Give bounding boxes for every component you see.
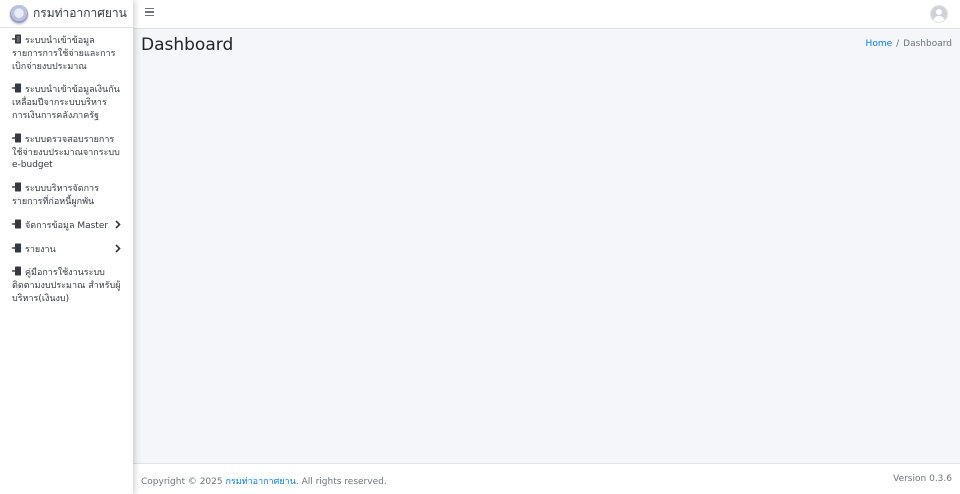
sign-in-icon — [12, 133, 21, 143]
sidebar-item-label: ระบบบริหารจัดการรายการที่ก่อหนี้ผูกพัน — [12, 184, 99, 207]
sign-in-icon — [12, 34, 21, 44]
sidebar-item-label: จัดการข้อมูล Master — [25, 220, 109, 231]
page-title: Dashboard — [141, 35, 234, 55]
top-navbar — [133, 0, 960, 29]
sign-in-icon — [12, 243, 21, 253]
chevron-right-icon — [115, 243, 121, 253]
nav-spacer — [0, 209, 133, 219]
sidebar-item-label: ระบบนำเข้าข้อมูลเงินกันเหลื่อมปีจากระบบบ… — [12, 85, 120, 121]
sidebar-item-master-data[interactable]: จัดการข้อมูล Master — [0, 219, 133, 233]
sidebar-item-label: ระบบนำเข้าข้อมูลรายการการใช้จ่ายและการเบ… — [12, 36, 116, 72]
breadcrumb-separator: / — [896, 39, 900, 49]
sidebar-item-carryover-import[interactable]: ระบบนำเข้าข้อมูลเงินกันเหลื่อมปีจากระบบบ… — [0, 83, 133, 122]
sidebar-item-label: ระบบตรวจสอบรายการใช้จ่ายงบประมาณจากระบบ … — [12, 134, 120, 171]
sidebar-item-reports[interactable]: รายงาน — [0, 243, 133, 257]
copyright-text: Copyright © 2025 — [141, 477, 223, 487]
nav-spacer — [0, 123, 133, 133]
sidebar-item-user-manual[interactable]: คู่มือการใช้งานระบบติดตามงบประมาณ สำหรับ… — [0, 266, 133, 305]
footer-version: Version 0.3.6 — [893, 474, 952, 484]
breadcrumb-current: Dashboard — [903, 39, 952, 49]
sidebar-item-label: คู่มือการใช้งานระบบติดตามงบประมาณ สำหรับ… — [12, 268, 121, 304]
sign-in-icon — [12, 266, 21, 276]
version-number: 0.3.6 — [929, 474, 952, 484]
sidebar-nav: ระบบนำเข้าข้อมูลรายการการใช้จ่ายและการเบ… — [0, 28, 133, 306]
nav-spacer — [0, 256, 133, 266]
chevron-right-icon — [115, 220, 121, 229]
brand-logo-icon — [10, 4, 28, 23]
nav-spacer — [0, 172, 133, 182]
sign-in-icon — [12, 83, 21, 93]
sidebar-item-label: รายงาน — [25, 244, 56, 255]
sign-in-icon — [12, 219, 21, 229]
user-avatar-icon[interactable] — [931, 6, 947, 22]
breadcrumb-home-link[interactable]: Home — [866, 39, 893, 49]
sign-in-icon — [12, 182, 21, 192]
main-footer: Copyright © 2025 กรมท่าอากาศยาน. All rig… — [133, 463, 960, 494]
rights-text: . All rights reserved. — [295, 477, 387, 487]
brand-name: กรมท่าอากาศยาน — [33, 6, 127, 20]
breadcrumb: Home / Dashboard — [866, 39, 952, 49]
sidebar-item-budget-import[interactable]: ระบบนำเข้าข้อมูลรายการการใช้จ่ายและการเบ… — [0, 34, 133, 73]
brand-link[interactable]: กรมท่าอากาศยาน — [0, 0, 133, 28]
nav-spacer — [0, 73, 133, 83]
version-label: Version — [893, 474, 927, 484]
footer-copyright: Copyright © 2025 กรมท่าอากาศยาน. All rig… — [141, 474, 387, 488]
sidebar-item-ebudget-check[interactable]: ระบบตรวจสอบรายการใช้จ่ายงบประมาณจากระบบ … — [0, 133, 133, 172]
main-sidebar: กรมท่าอากาศยาน ระบบนำเข้าข้อมูลรายการการ… — [0, 0, 133, 494]
footer-org-link[interactable]: กรมท่าอากาศยาน — [225, 477, 295, 487]
nav-spacer — [0, 233, 133, 243]
hamburger-icon[interactable] — [145, 8, 154, 17]
sidebar-item-commitments[interactable]: ระบบบริหารจัดการรายการที่ก่อหนี้ผูกพัน — [0, 182, 133, 209]
